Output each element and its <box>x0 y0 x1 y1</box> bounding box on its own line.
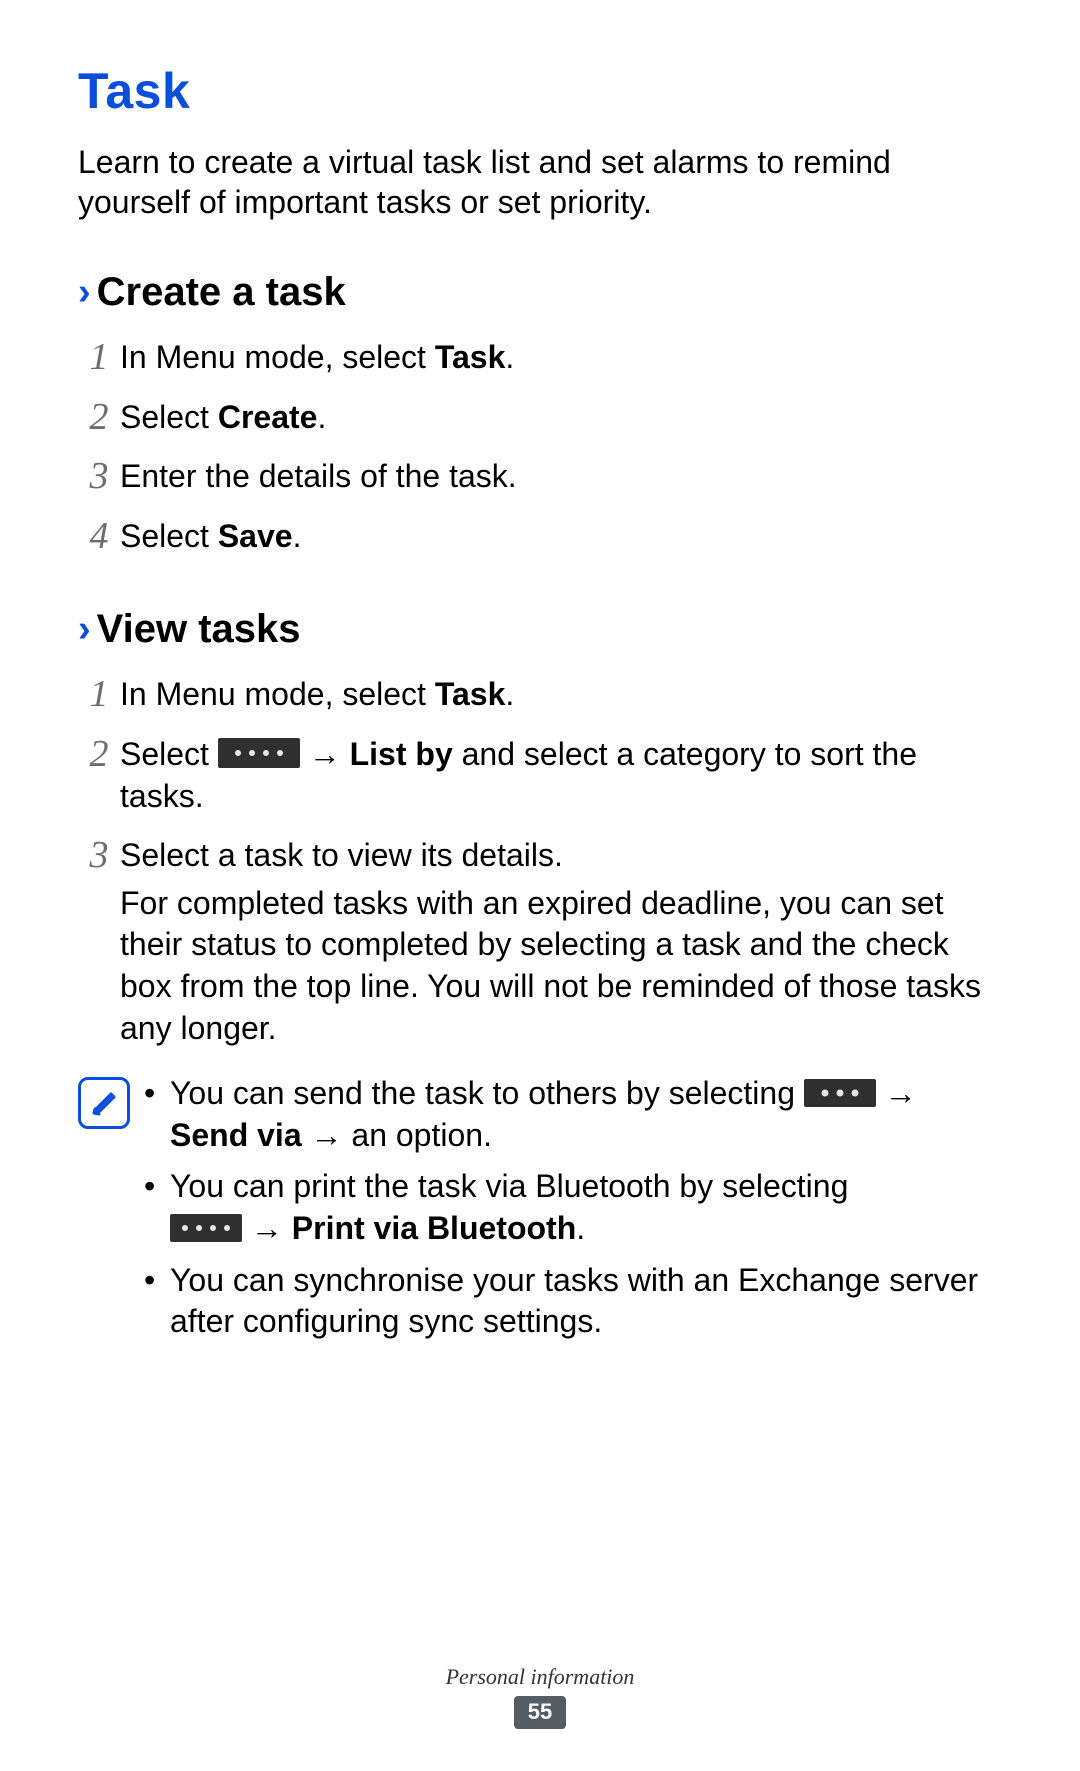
arrow-right: → <box>302 1117 352 1153</box>
note-text: . <box>576 1210 585 1246</box>
step-detail: For completed tasks with an expired dead… <box>120 883 1002 1049</box>
step: 4 Select Save. <box>78 516 1002 564</box>
section-heading-label: Create a task <box>97 270 346 315</box>
step-text: . <box>505 676 514 712</box>
step-text: Select <box>120 518 218 554</box>
bold-term: List by <box>350 736 453 772</box>
bold-term: Print via Bluetooth <box>292 1210 576 1246</box>
arrow-right: → <box>876 1075 917 1111</box>
menu-icon <box>804 1079 876 1107</box>
note-text: You can synchronise your tasks with an E… <box>170 1260 1002 1343</box>
note-item: • You can send the task to others by sel… <box>144 1073 1002 1156</box>
step-text: Select a task to view its details. <box>120 835 1002 877</box>
step: 3 Select a task to view its details. For… <box>78 835 1002 1055</box>
step-number: 2 <box>78 734 120 776</box>
bold-term: Task <box>435 339 506 375</box>
step-text: In Menu mode, select <box>120 339 435 375</box>
step-number: 1 <box>78 674 120 716</box>
step-number: 3 <box>78 835 120 877</box>
note-text: You can print the task via Bluetooth by … <box>170 1168 848 1204</box>
step: 1 In Menu mode, select Task. <box>78 337 1002 385</box>
step-text: . <box>293 518 302 554</box>
note-list: • You can send the task to others by sel… <box>144 1073 1002 1353</box>
step: 3 Enter the details of the task. <box>78 456 1002 504</box>
steps-view: 1 In Menu mode, select Task. 2 Select → … <box>78 674 1002 1055</box>
step-number: 1 <box>78 337 120 379</box>
page-number: 55 <box>514 1696 566 1729</box>
step-text: . <box>505 339 514 375</box>
note-block: • You can send the task to others by sel… <box>78 1073 1002 1353</box>
step: 1 In Menu mode, select Task. <box>78 674 1002 722</box>
bullet-icon: • <box>144 1260 170 1343</box>
intro-paragraph: Learn to create a virtual task list and … <box>78 142 1002 222</box>
bullet-icon: • <box>144 1073 170 1156</box>
note-icon <box>78 1077 130 1129</box>
menu-icon <box>170 1214 242 1242</box>
page: Task Learn to create a virtual task list… <box>0 0 1080 1771</box>
section-heading-label: View tasks <box>97 607 301 652</box>
note-text: You can send the task to others by selec… <box>170 1075 804 1111</box>
section-heading-create: › Create a task <box>78 270 1002 315</box>
page-footer: Personal information 55 <box>0 1664 1080 1729</box>
bold-term: Save <box>218 518 293 554</box>
step-number: 4 <box>78 516 120 558</box>
note-item: • You can synchronise your tasks with an… <box>144 1260 1002 1343</box>
section-heading-view: › View tasks <box>78 607 1002 652</box>
step-text: Select <box>120 736 218 772</box>
note-item: • You can print the task via Bluetooth b… <box>144 1166 1002 1249</box>
step-text: Enter the details of the task. <box>120 456 1002 498</box>
step-number: 3 <box>78 456 120 498</box>
bullet-icon: • <box>144 1166 170 1249</box>
chevron-right-icon: › <box>78 271 91 314</box>
bold-term: Create <box>218 399 318 435</box>
step-text: Select <box>120 399 218 435</box>
steps-create: 1 In Menu mode, select Task. 2 Select Cr… <box>78 337 1002 563</box>
step-number: 2 <box>78 397 120 439</box>
arrow-right: → <box>242 1210 292 1246</box>
bold-term: Task <box>435 676 506 712</box>
note-text: an option. <box>351 1117 492 1153</box>
step-text: In Menu mode, select <box>120 676 435 712</box>
menu-icon <box>218 738 300 768</box>
bold-term: Send via <box>170 1117 302 1153</box>
page-title: Task <box>78 62 1002 120</box>
step: 2 Select → List by and select a category… <box>78 734 1002 823</box>
chevron-right-icon: › <box>78 608 91 651</box>
step: 2 Select Create. <box>78 397 1002 445</box>
arrow-right: → <box>300 736 350 772</box>
footer-section-label: Personal information <box>0 1664 1080 1690</box>
step-text: . <box>317 399 326 435</box>
